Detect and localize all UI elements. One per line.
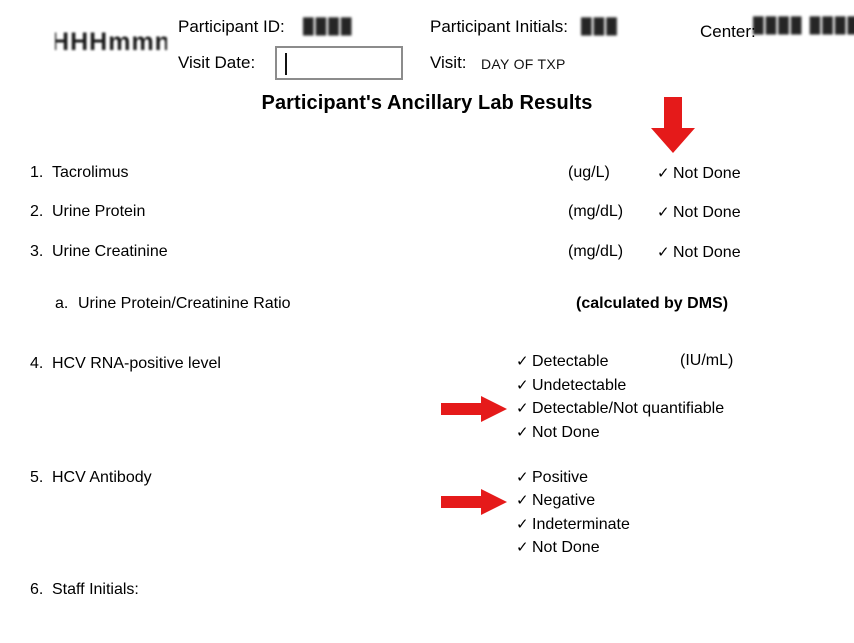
check-icon: ✓ (516, 492, 529, 509)
check-icon: ✓ (657, 204, 670, 221)
participant-id-label: Participant ID: (178, 17, 285, 36)
row-4-label: HCV RNA-positive level (52, 355, 221, 372)
check-icon: ✓ (516, 424, 529, 441)
study-logo: HHHmmn (55, 27, 167, 56)
check-icon: ✓ (516, 400, 529, 417)
row-4-number: 4. (30, 355, 44, 372)
row-1-option-label: Not Done (673, 165, 741, 182)
row-5-option-negative[interactable]: ✓ Negative (516, 491, 595, 510)
row-4-option-detectable[interactable]: ✓ Detectable (516, 352, 609, 371)
row-6-label: Staff Initials: (52, 581, 139, 598)
row-5-option-indeterminate[interactable]: ✓ Indeterminate (516, 515, 630, 534)
row-4-option-not-done[interactable]: ✓ Not Done (516, 423, 600, 442)
row-3-number: 3. (30, 243, 44, 260)
check-icon: ✓ (657, 165, 670, 182)
text-caret (285, 53, 287, 75)
row-4-option-1-label: Undetectable (532, 377, 627, 394)
row-3-option-label: Not Done (673, 244, 741, 261)
row-1-unit: (ug/L) (568, 164, 610, 181)
row-5-option-0-label: Positive (532, 469, 589, 486)
row-5-option-2-label: Indeterminate (532, 516, 630, 533)
row-1-label: Tacrolimus (52, 164, 129, 181)
check-icon: ✓ (516, 516, 529, 533)
row-4-option-detectable-not-quantifiable[interactable]: ✓ Detectable/Not quantifiable (516, 399, 724, 418)
row-5-option-3-label: Not Done (532, 539, 600, 556)
row-2-label: Urine Protein (52, 203, 146, 220)
visit-date-input[interactable] (275, 46, 403, 80)
check-icon: ✓ (516, 539, 529, 556)
row-a-label: Urine Protein/Creatinine Ratio (78, 295, 291, 312)
annotation-arrow-right-2 (441, 489, 507, 515)
row-5-option-1-label: Negative (532, 492, 596, 509)
row-6-number: 6. (30, 581, 44, 598)
row-3-option-not-done[interactable]: ✓ Not Done (657, 243, 741, 262)
visit-date-label: Visit Date: (178, 53, 256, 72)
row-a-number: a. (55, 295, 69, 312)
visit-value: DAY OF TXP (481, 56, 566, 72)
row-2-number: 2. (30, 203, 44, 220)
annotation-arrow-right-1 (441, 396, 507, 422)
row-1-number: 1. (30, 164, 44, 181)
row-5-label: HCV Antibody (52, 469, 152, 486)
center-label: Center: (700, 22, 756, 41)
row-3-unit: (mg/dL) (568, 243, 624, 260)
row-4-unit: (IU/mL) (680, 352, 734, 369)
row-5-option-positive[interactable]: ✓ Positive (516, 468, 588, 487)
row-4-option-undetectable[interactable]: ✓ Undetectable (516, 376, 626, 395)
annotation-arrow-down (651, 97, 695, 153)
lab-results-form: HHHmmn Participant ID: ████ Visit Date: … (0, 0, 854, 643)
visit-label: Visit: (430, 53, 467, 72)
row-3-label: Urine Creatinine (52, 243, 168, 260)
row-a-calculated-note: (calculated by DMS) (576, 295, 729, 312)
row-2-option-label: Not Done (673, 204, 741, 221)
check-icon: ✓ (516, 353, 529, 370)
page-title: Participant's Ancillary Lab Results (261, 92, 593, 114)
row-5-number: 5. (30, 469, 44, 486)
row-4-option-2-label: Detectable/Not quantifiable (532, 400, 725, 417)
check-icon: ✓ (516, 469, 529, 486)
participant-initials-label: Participant Initials: (430, 17, 568, 36)
row-2-option-not-done[interactable]: ✓ Not Done (657, 203, 741, 222)
participant-id-value: ████ (303, 18, 354, 35)
row-4-option-3-label: Not Done (532, 424, 600, 441)
row-2-unit: (mg/dL) (568, 203, 624, 220)
check-icon: ✓ (657, 244, 670, 261)
row-5-option-not-done[interactable]: ✓ Not Done (516, 538, 600, 557)
row-4-option-0-label: Detectable (532, 353, 609, 370)
participant-initials-value: ███ (581, 18, 619, 35)
row-1-option-not-done[interactable]: ✓ Not Done (657, 164, 741, 183)
center-value: ████ ████ (753, 17, 854, 34)
check-icon: ✓ (516, 377, 529, 394)
